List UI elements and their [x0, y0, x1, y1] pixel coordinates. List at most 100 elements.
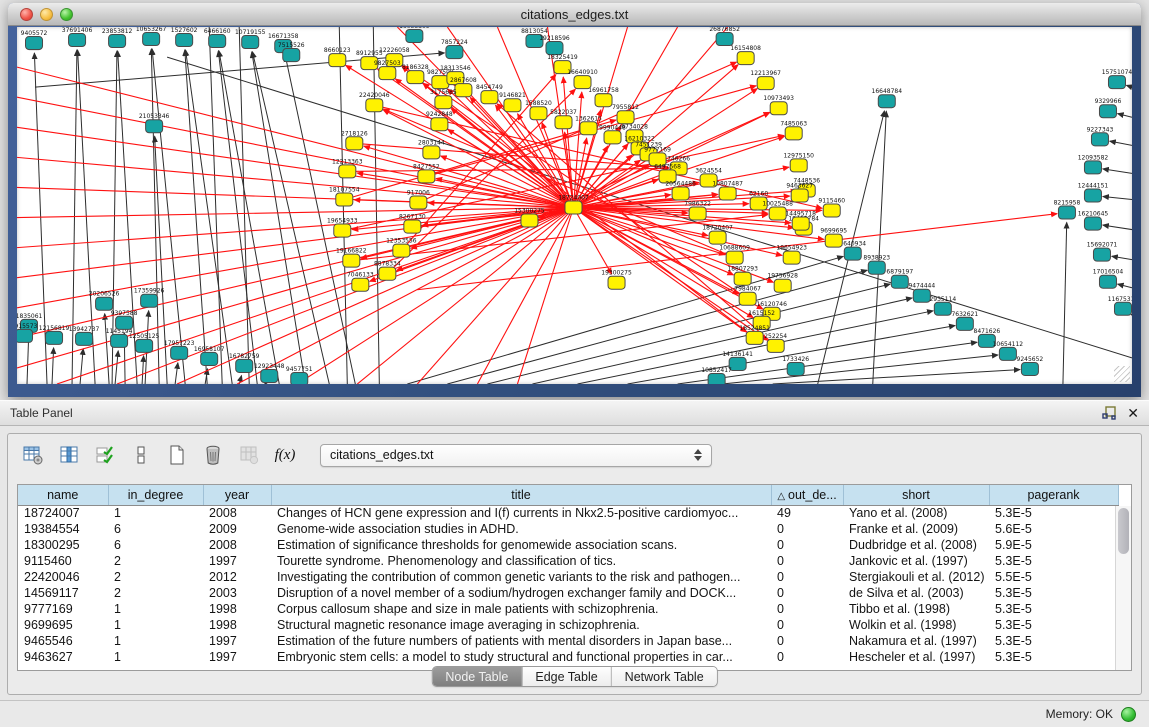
graph-node[interactable]: 19654923 — [776, 245, 807, 265]
graph-node[interactable]: 9245652 — [1017, 356, 1044, 376]
graph-node[interactable]: 19218596 — [539, 35, 570, 55]
scrollbar-thumb[interactable] — [1118, 508, 1129, 554]
tab-edge-table[interactable]: Edge Table — [522, 667, 611, 686]
zoom-window-button[interactable] — [60, 8, 73, 21]
svg-text:10852417: 10852417 — [701, 367, 732, 374]
table-row[interactable]: 969969511998Structural magnetic resonanc… — [18, 617, 1118, 633]
svg-text:12923448: 12923448 — [254, 363, 285, 370]
close-window-button[interactable] — [20, 8, 33, 21]
graph-node[interactable]: 12156819 — [39, 325, 70, 345]
column-header-name[interactable]: name — [18, 485, 108, 505]
graph-node[interactable]: 8215958 — [1054, 199, 1081, 219]
graph-node[interactable]: 20206526 — [89, 291, 120, 311]
tab-network-table[interactable]: Network Table — [612, 667, 717, 686]
network-canvas[interactable]: 9405572 37691406 23853812106532671527602 64… — [17, 27, 1132, 384]
graph-node[interactable]: 9457751 — [286, 366, 313, 384]
table-row[interactable]: 1830029562008Estimation of significance … — [18, 537, 1118, 553]
close-panel-icon[interactable]: ✕ — [1127, 406, 1139, 420]
graph-node[interactable]: 9405572 — [21, 30, 48, 50]
graph-node[interactable]: 37691406 — [62, 27, 93, 47]
graph-node[interactable]: 8267130 — [399, 214, 426, 234]
float-panel-icon[interactable] — [1101, 405, 1117, 421]
graph-node[interactable]: 15692071 — [1087, 242, 1118, 262]
new-table-icon[interactable] — [164, 442, 190, 468]
table-row[interactable]: 946362711997Embryonic stem cells: a mode… — [18, 649, 1118, 665]
column-header-pagerank[interactable]: pagerank — [989, 485, 1118, 505]
graph-node[interactable]: 7955812 — [612, 104, 639, 124]
graph-node[interactable]: 1640934 — [839, 241, 866, 261]
column-header-out_de[interactable]: △out_de... — [771, 485, 843, 505]
table-row[interactable]: 946554611997Estimation of the future num… — [18, 633, 1118, 649]
graph-node[interactable]: 1527602 — [171, 27, 198, 47]
citation-graph[interactable]: 9405572 37691406 23853812106532671527602 64… — [17, 27, 1132, 384]
graph-node[interactable]: 12213967 — [750, 70, 781, 90]
graph-node[interactable]: 917006 — [407, 189, 430, 209]
graph-node[interactable]: 252254 — [764, 333, 787, 353]
table-row[interactable]: 1456911722003Disruption of a novel membe… — [18, 585, 1118, 601]
clear-selection-icon[interactable] — [128, 442, 154, 468]
graph-node[interactable]: 9242848 — [426, 111, 453, 131]
table-selector-dropdown[interactable]: citations_edges.txt — [320, 444, 712, 467]
column-visibility-icon[interactable] — [56, 442, 82, 468]
delete-icon[interactable] — [200, 442, 226, 468]
graph-node[interactable]: 12975150 — [783, 152, 814, 172]
graph-node[interactable]: 9227343 — [1087, 126, 1114, 146]
table-row[interactable]: 2242004622012Investigating the contribut… — [18, 569, 1118, 585]
table-row[interactable]: 1938455462009Genome-wide association stu… — [18, 521, 1118, 537]
graph-node[interactable]: 6466160 — [204, 28, 231, 48]
column-header-in_degree[interactable]: in_degree — [108, 485, 203, 505]
graph-node[interactable]: 13942737 — [69, 326, 100, 346]
graph-node[interactable]: 17016504 — [1093, 269, 1124, 289]
graph-node[interactable]: 21053346 — [139, 113, 170, 133]
graph-node[interactable]: 10653267 — [136, 27, 167, 46]
svg-text:10973493: 10973493 — [763, 95, 794, 102]
black-edge — [252, 52, 329, 384]
svg-text:6734028: 6734028 — [621, 123, 648, 130]
graph-node[interactable]: 16958107 — [194, 346, 225, 366]
delete-table-icon[interactable] — [236, 442, 262, 468]
graph-node[interactable]: 19756928 — [767, 273, 798, 293]
graph-node[interactable]: 19300275 — [601, 270, 632, 290]
graph-node[interactable]: 18720407 — [702, 225, 733, 245]
graph-node[interactable]: 17957223 — [164, 340, 195, 360]
table-settings-icon[interactable] — [20, 442, 46, 468]
graph-node[interactable]: 9115460 — [818, 197, 845, 217]
table-row[interactable]: 977716911998Corpus callosum shape and si… — [18, 601, 1118, 617]
column-header-short[interactable]: short — [843, 485, 989, 505]
graph-node[interactable]: 16154808 — [730, 45, 761, 65]
svg-text:10654112: 10654112 — [993, 341, 1024, 348]
graph-node[interactable]: 2718126 — [341, 130, 368, 150]
graph-node[interactable]: 22420046 — [359, 92, 390, 112]
graph-node[interactable]: 12093582 — [1078, 154, 1109, 174]
graph-node[interactable]: 19654933 — [327, 218, 358, 238]
graph-node[interactable]: 16648784 — [872, 88, 903, 108]
tab-node-table[interactable]: Node Table — [432, 667, 522, 686]
window-titlebar[interactable]: citations_edges.txt — [8, 3, 1141, 26]
graph-node[interactable]: 7857224 — [441, 39, 468, 59]
table-scrollbar[interactable] — [1115, 506, 1131, 670]
graph-node[interactable]: 10852417 — [701, 367, 732, 384]
graph-node[interactable]: 8660123 — [324, 47, 351, 67]
graph-node[interactable]: 16210645 — [1078, 211, 1109, 231]
svg-text:10807487: 10807487 — [712, 180, 743, 187]
graph-node[interactable]: 23853812 — [102, 28, 133, 48]
graph-node[interactable]: 5822037 — [550, 109, 577, 129]
graph-node[interactable]: 9329966 — [1095, 98, 1122, 118]
graph-node[interactable]: 11675315 — [1108, 296, 1132, 316]
graph-node[interactable]: 16033809 — [399, 27, 430, 43]
table-row[interactable]: 911546021997Tourette syndrome. Phenomeno… — [18, 553, 1118, 569]
graph-node[interactable]: 12444151 — [1078, 182, 1109, 202]
select-all-icon[interactable] — [92, 442, 118, 468]
table-row[interactable]: 1872400712008Changes of HCN gene express… — [18, 505, 1118, 521]
column-header-title[interactable]: title — [271, 485, 771, 505]
graph-node[interactable]: 7485063 — [780, 120, 807, 140]
function-builder-icon[interactable]: f(x) — [272, 442, 298, 468]
graph-node[interactable]: 1733426 — [782, 356, 809, 376]
graph-node[interactable]: 12213363 — [332, 158, 363, 178]
graph-node[interactable]: 16640910 — [567, 69, 598, 89]
minimize-window-button[interactable] — [40, 8, 53, 21]
graph-node[interactable]: 12505125 — [129, 333, 160, 353]
resize-grip[interactable] — [1114, 366, 1130, 382]
graph-node[interactable]: 10973493 — [763, 95, 794, 115]
column-header-year[interactable]: year — [203, 485, 271, 505]
